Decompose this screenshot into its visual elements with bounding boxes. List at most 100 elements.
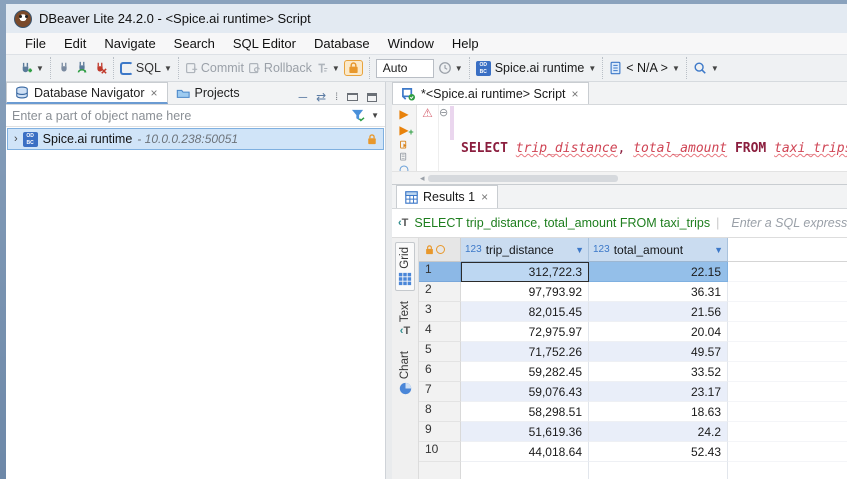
dropdown-arrow-icon[interactable]: ▼ [332,64,340,73]
close-icon[interactable]: × [480,190,489,204]
row-number[interactable]: 1 [419,262,461,282]
table-row[interactable]: 297,793.9236.31 [419,282,847,302]
dropdown-arrow-icon[interactable]: ▼ [36,64,44,73]
row-number[interactable]: 6 [419,362,461,382]
connect-button[interactable] [57,61,71,75]
view-tab-chart[interactable]: Chart [397,347,414,399]
cell-total-amount[interactable]: 18.63 [589,402,728,422]
disconnect-button[interactable] [93,61,107,75]
tab-sql-script[interactable]: *<Spice.ai runtime> Script × [392,82,589,104]
menu-edit[interactable]: Edit [55,36,95,51]
row-number[interactable]: 4 [419,322,461,342]
maximize-icon[interactable] [367,93,377,102]
reconnect-button[interactable] [75,61,89,75]
column-header-total-amount[interactable]: 123 total_amount ▼ [589,238,728,262]
cell-trip-distance[interactable]: 59,282.45 [461,362,589,382]
grid-corner-cell[interactable] [419,238,461,262]
tab-results-1[interactable]: Results 1 × [396,185,498,208]
minimize-icon[interactable] [347,93,358,101]
editor-hscrollbar[interactable]: ◂ [392,171,847,184]
table-row[interactable]: 571,752.2649.57 [419,342,847,362]
object-filter-input[interactable]: Enter a part of object name here ▼ [6,105,385,127]
cell-trip-distance[interactable]: 72,975.97 [461,322,589,342]
cell-trip-distance[interactable]: 82,015.45 [461,302,589,322]
fold-collapse-icon[interactable]: ⊖ [439,106,448,119]
table-row[interactable]: 951,619.3624.2 [419,422,847,442]
dropdown-arrow-icon[interactable]: ▼ [371,111,379,120]
cell-total-amount[interactable]: 49.57 [589,342,728,362]
connection-selector[interactable]: Spice.ai runtime [495,61,585,75]
view-menu-icon[interactable]: ⁞ [335,92,338,103]
cell-trip-distance[interactable]: 44,018.64 [461,442,589,462]
cell-total-amount[interactable]: 24.2 [589,422,728,442]
cell-total-amount[interactable]: 20.04 [589,322,728,342]
dropdown-arrow-icon[interactable]: ▼ [164,64,172,73]
cell-trip-distance[interactable]: 312,722.3 [461,262,589,282]
sql-editor-button[interactable]: SQL ▼ [120,61,172,75]
transaction-log-button[interactable]: ▼ [438,61,463,75]
cell-total-amount[interactable]: 33.52 [589,362,728,382]
cell-trip-distance[interactable]: 59,076.43 [461,382,589,402]
row-number[interactable]: 7 [419,382,461,402]
rollback-button[interactable]: Rollback [248,61,312,75]
transaction-mode-button[interactable]: ▼ [316,62,340,75]
dropdown-arrow-icon[interactable]: ▼ [588,64,596,73]
cell-trip-distance[interactable]: 58,298.51 [461,402,589,422]
menu-search[interactable]: Search [165,36,224,51]
filter-funnel-icon[interactable] [351,109,365,122]
dropdown-arrow-icon[interactable]: ▼ [672,64,680,73]
dropdown-arrow-icon[interactable]: ▼ [711,64,719,73]
cell-trip-distance[interactable]: 97,793.92 [461,282,589,302]
row-number[interactable]: 2 [419,282,461,302]
column-menu-icon[interactable]: ▼ [714,245,723,255]
menu-sql-editor[interactable]: SQL Editor [224,36,305,51]
link-with-editor-icon[interactable]: ⇄ [316,90,326,104]
close-icon[interactable]: × [149,86,158,100]
row-number[interactable]: 10 [419,442,461,462]
close-icon[interactable]: × [571,87,580,101]
table-row[interactable]: 1312,722.322.15 [419,262,847,282]
column-header-trip-distance[interactable]: 123 trip_distance ▼ [461,238,589,262]
row-number[interactable]: 5 [419,342,461,362]
cell-total-amount[interactable]: 23.17 [589,382,728,402]
table-row[interactable]: 858,298.5118.63 [419,402,847,422]
table-row[interactable]: 382,015.4521.56 [419,302,847,322]
autocommit-select[interactable]: Auto [376,59,434,78]
cell-total-amount[interactable]: 36.31 [589,282,728,302]
tab-database-navigator[interactable]: Database Navigator × [6,82,168,104]
view-tab-text[interactable]: Text ‹T [397,297,413,341]
cell-total-amount[interactable]: 22.15 [589,262,728,282]
scroll-left-icon[interactable]: ◂ [392,173,428,184]
dropdown-arrow-icon[interactable]: ▼ [455,64,463,73]
search-icon[interactable] [693,61,707,75]
table-row[interactable]: 659,282.4533.52 [419,362,847,382]
connection-readonly-toggle[interactable] [344,60,363,76]
explain-plan-icon[interactable] [397,164,411,171]
menu-file[interactable]: File [16,36,55,51]
column-menu-icon[interactable]: ▼ [575,245,584,255]
sql-code-area[interactable]: SELECT trip_distance, total_amount FROM … [455,105,847,171]
schema-selector[interactable]: < N/A > [626,61,668,75]
execute-statement-icon[interactable]: ▶ [399,108,408,121]
menu-database[interactable]: Database [305,36,379,51]
results-grid[interactable]: 123 trip_distance ▼ 123 total_amount ▼ [419,238,847,479]
table-row[interactable]: 1044,018.6452.43 [419,442,847,462]
menu-help[interactable]: Help [443,36,488,51]
execute-new-tab-icon[interactable]: ▶ [399,124,408,137]
tab-projects[interactable]: Projects [168,82,248,104]
row-number[interactable]: 9 [419,422,461,442]
table-row[interactable]: 759,076.4323.17 [419,382,847,402]
row-number[interactable]: 8 [419,402,461,422]
execute-script-icon[interactable] [397,140,411,149]
collapse-all-icon[interactable]: ─ [299,90,308,104]
scrollbar-thumb[interactable] [428,175,618,182]
cell-total-amount[interactable]: 21.56 [589,302,728,322]
menu-window[interactable]: Window [379,36,443,51]
script-icon[interactable] [397,152,411,161]
view-tab-grid[interactable]: Grid [395,242,415,291]
menu-navigate[interactable]: Navigate [95,36,164,51]
new-connection-button[interactable]: ▼ [18,61,44,76]
chevron-right-icon[interactable]: › [14,133,18,145]
table-row[interactable]: 472,975.9720.04 [419,322,847,342]
cell-trip-distance[interactable]: 71,752.26 [461,342,589,362]
